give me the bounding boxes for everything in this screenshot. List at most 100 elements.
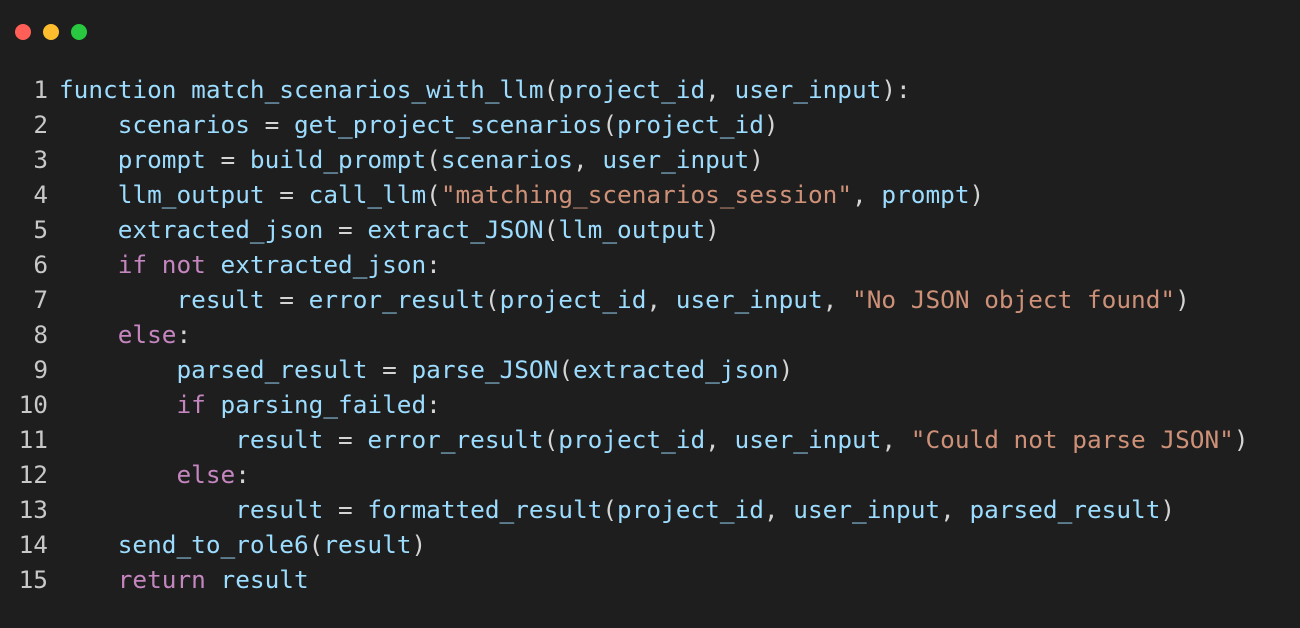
code-token: project_id <box>617 495 764 524</box>
line-number: 7 <box>33 285 48 314</box>
code-token: user_input <box>734 425 882 454</box>
code-token: , <box>705 425 735 454</box>
line-source: function match_scenarios_with_llm(projec… <box>48 72 911 107</box>
line-number: 4 <box>33 180 48 209</box>
code-token: user_input <box>734 75 882 104</box>
line-number: 3 <box>33 145 48 174</box>
window-controls <box>15 24 87 40</box>
code-token: ) <box>1175 285 1190 314</box>
code-token: ( <box>602 110 618 139</box>
code-line: 14 send_to_role6(result) <box>0 527 1300 562</box>
code-token: extracted_json <box>117 215 324 244</box>
code-token: user_input <box>675 285 823 314</box>
code-token: user_input <box>793 495 941 524</box>
code-token: ( <box>543 75 559 104</box>
code-token: extract_JSON <box>367 215 544 244</box>
maximize-button[interactable] <box>71 24 87 40</box>
code-token: result <box>323 530 412 559</box>
line-source: return result <box>48 562 309 597</box>
line-number: 14 <box>18 530 48 559</box>
code-token: , <box>940 495 970 524</box>
code-line: 6 if not extracted_json: <box>0 247 1300 282</box>
code-window: 1 function match_scenarios_with_llm(proje… <box>0 0 1300 628</box>
code-token: project_id <box>499 285 647 314</box>
code-token: function match_scenarios_with_llm <box>59 75 544 104</box>
line-source: result = error_result(project_id, user_i… <box>48 422 1249 457</box>
code-token: ) <box>778 355 794 384</box>
code-line: 15 return result <box>0 562 1300 597</box>
code-token: project_id <box>558 425 706 454</box>
code-token: , <box>852 180 882 209</box>
code-token: = <box>264 285 309 314</box>
code-token: project_id <box>617 110 764 139</box>
code-token: else <box>176 460 236 489</box>
line-source: llm_output = call_llm("matching_scenario… <box>48 177 984 212</box>
code-token: if not <box>117 250 206 279</box>
code-token: = <box>367 355 412 384</box>
code-line: 10 if parsing_failed: <box>0 387 1300 422</box>
code-token: scenarios <box>440 145 573 174</box>
minimize-button[interactable] <box>43 24 59 40</box>
code-line: 1 function match_scenarios_with_llm(proje… <box>0 72 1300 107</box>
line-source: if not extracted_json: <box>48 247 441 282</box>
code-token: ) <box>705 215 720 244</box>
code-token: error_result <box>367 425 544 454</box>
code-token: ( <box>484 285 500 314</box>
line-source: scenarios = get_project_scenarios(projec… <box>48 107 779 142</box>
code-token: , <box>646 285 676 314</box>
code-line: 4 llm_output = call_llm("matching_scenar… <box>0 177 1300 212</box>
line-number: 5 <box>33 215 48 244</box>
line-source: result = error_result(project_id, user_i… <box>48 282 1190 317</box>
code-token: "matching_scenarios_session" <box>440 180 853 209</box>
code-token: extracted_json <box>220 250 427 279</box>
code-token: ) <box>1233 425 1249 454</box>
code-line: 13 result = formatted_result(project_id,… <box>0 492 1300 527</box>
code-token: ( <box>543 425 559 454</box>
line-number: 15 <box>18 565 48 594</box>
code-line: 7 result = error_result(project_id, user… <box>0 282 1300 317</box>
code-token: ( <box>558 355 573 384</box>
code-token: scenarios <box>117 110 250 139</box>
line-source: prompt = build_prompt(scenarios, user_in… <box>48 142 764 177</box>
code-token: ) <box>1160 495 1176 524</box>
code-token: "Could not parse JSON" <box>910 425 1234 454</box>
code-token: return <box>117 565 206 594</box>
code-token: , <box>763 495 794 524</box>
code-token: = <box>205 145 250 174</box>
code-token: send_to_role6 <box>117 530 309 559</box>
code-token: parse_JSON <box>411 355 559 384</box>
line-number: 11 <box>18 425 48 454</box>
code-line: 5 extracted_json = extract_JSON(llm_outp… <box>0 212 1300 247</box>
code-token: : <box>426 390 441 419</box>
code-token: build_prompt <box>249 145 427 174</box>
code-token: ) <box>749 145 764 174</box>
code-token: error_result <box>308 285 485 314</box>
code-token: if <box>176 390 206 419</box>
code-token: , <box>822 285 853 314</box>
code-token: : <box>235 460 250 489</box>
code-token: : <box>176 320 192 349</box>
code-token: prompt <box>881 180 970 209</box>
code-token: result <box>176 285 265 314</box>
line-number: 9 <box>33 355 48 384</box>
line-source: result = formatted_result(project_id, us… <box>48 492 1175 527</box>
code-token: ) <box>969 180 985 209</box>
line-number: 10 <box>18 390 48 419</box>
code-token: , <box>573 145 603 174</box>
code-line: 11 result = error_result(project_id, use… <box>0 422 1300 457</box>
close-button[interactable] <box>15 24 31 40</box>
code-line: 2 scenarios = get_project_scenarios(proj… <box>0 107 1300 142</box>
code-token: project_id <box>558 75 706 104</box>
code-token: parsed_result <box>969 495 1161 524</box>
code-block[interactable]: 1 function match_scenarios_with_llm(proje… <box>0 72 1300 597</box>
code-token: result <box>220 565 309 594</box>
code-token: llm_output <box>117 180 265 209</box>
line-number: 12 <box>18 460 48 489</box>
code-token: formatted_result <box>367 495 603 524</box>
code-token: = <box>323 425 368 454</box>
code-token: extracted_json <box>573 355 779 384</box>
code-line: 8 else: <box>0 317 1300 352</box>
code-line: 12 else: <box>0 457 1300 492</box>
